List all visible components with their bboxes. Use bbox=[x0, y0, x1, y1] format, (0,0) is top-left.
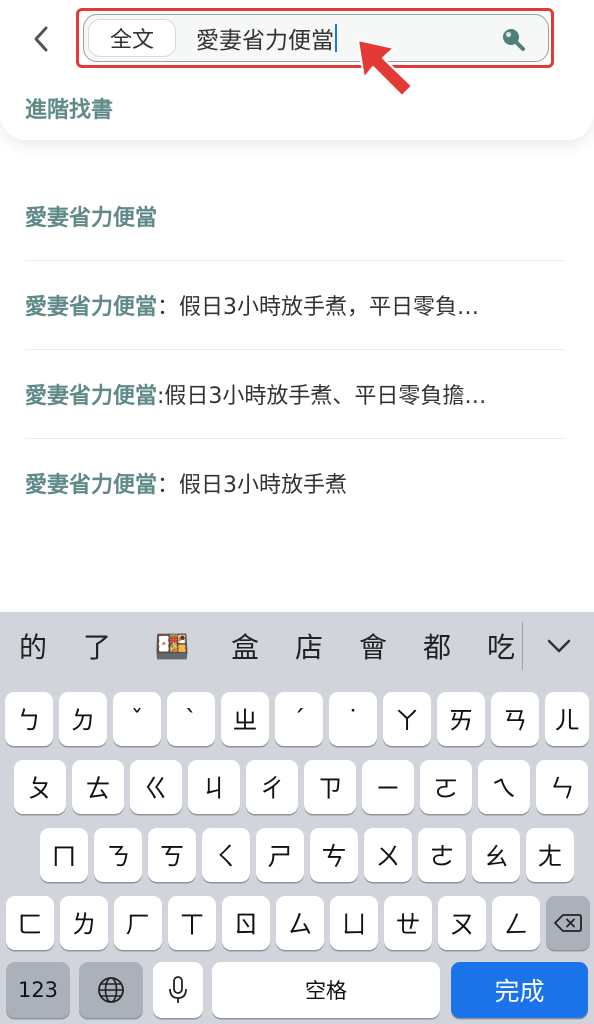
suggestion-rest: ：假日3小時放手煮 bbox=[157, 473, 348, 498]
key[interactable]: ㄉ bbox=[59, 692, 107, 746]
key[interactable]: ㄣ bbox=[536, 760, 588, 814]
microphone-key[interactable] bbox=[153, 962, 203, 1018]
globe-icon bbox=[98, 977, 124, 1003]
backspace-key[interactable] bbox=[546, 896, 590, 950]
candidate-bar: 的 了 🍱 盒 店 會 都 吃 bbox=[0, 612, 594, 680]
suggestion-keyword: 愛妻省力便當 bbox=[25, 206, 158, 231]
suggestion-list: 愛妻省力便當 愛妻省力便當 ：假日3小時放手煮，平日零負… 愛妻省力便當:假日3小… bbox=[25, 172, 565, 527]
candidate-word[interactable]: 店 bbox=[282, 624, 336, 668]
suggestion-rest: :假日3小時放手煮、平日零負擔… bbox=[157, 384, 487, 409]
key[interactable]: ㄌ bbox=[60, 896, 108, 950]
key[interactable]: ㄈ bbox=[6, 896, 54, 950]
suggestion-keyword: 愛妻省力便當 bbox=[25, 384, 158, 409]
candidate-bento-emoji[interactable]: 🍱 bbox=[145, 624, 199, 668]
back-button[interactable] bbox=[26, 22, 56, 56]
key[interactable]: ㄋ bbox=[94, 828, 142, 882]
key[interactable]: ㄢ bbox=[491, 692, 539, 746]
key[interactable]: ㄧ bbox=[362, 760, 414, 814]
key[interactable]: ㄍ bbox=[130, 760, 182, 814]
key[interactable]: ㄨ bbox=[364, 828, 412, 882]
key[interactable]: ㄆ bbox=[14, 760, 66, 814]
backspace-icon bbox=[554, 914, 582, 932]
key[interactable]: ㄙ bbox=[276, 896, 324, 950]
key[interactable]: ㄒ bbox=[168, 896, 216, 950]
candidate-word[interactable]: 都 bbox=[410, 624, 464, 668]
candidate-divider bbox=[522, 622, 523, 670]
key[interactable]: ˊ bbox=[275, 692, 323, 746]
key[interactable]: ㄕ bbox=[256, 828, 304, 882]
key[interactable]: ㄦ bbox=[545, 692, 589, 746]
key[interactable]: ㄥ bbox=[492, 896, 540, 950]
key[interactable]: ㄖ bbox=[222, 896, 270, 950]
key[interactable]: ㄘ bbox=[310, 828, 358, 882]
advanced-search-link[interactable]: 進階找書 bbox=[25, 92, 113, 124]
key[interactable]: ㄝ bbox=[384, 896, 432, 950]
suggestion-item[interactable]: 愛妻省力便當 ：假日3小時放手煮，平日零負… bbox=[25, 261, 565, 350]
suggestion-rest: ：假日3小時放手煮，平日零負… bbox=[157, 295, 480, 320]
key[interactable]: ㄚ bbox=[383, 692, 431, 746]
candidate-word[interactable]: 盒 bbox=[218, 624, 272, 668]
key[interactable]: ㄅ bbox=[5, 692, 53, 746]
key[interactable]: ㄓ bbox=[221, 692, 269, 746]
key[interactable]: ㄜ bbox=[418, 828, 466, 882]
key[interactable]: ㄏ bbox=[114, 896, 162, 950]
key[interactable]: ㄎ bbox=[148, 828, 196, 882]
suggestion-item[interactable]: 愛妻省力便當 ：假日3小時放手煮 bbox=[25, 439, 565, 527]
key[interactable]: ㄩ bbox=[330, 896, 378, 950]
expand-candidates-button[interactable] bbox=[532, 626, 586, 666]
search-header: 全文 愛妻省力便當 進階找書 bbox=[0, 0, 594, 140]
key[interactable]: ㄞ bbox=[437, 692, 485, 746]
key[interactable]: ㄔ bbox=[246, 760, 298, 814]
key[interactable]: ㄛ bbox=[420, 760, 472, 814]
suggestion-keyword: 愛妻省力便當 bbox=[25, 295, 158, 320]
globe-key[interactable] bbox=[79, 962, 143, 1018]
key[interactable]: ㄊ bbox=[72, 760, 124, 814]
suggestion-keyword: 愛妻省力便當 bbox=[25, 473, 158, 498]
suggestion-item[interactable]: 愛妻省力便當:假日3小時放手煮、平日零負擔… bbox=[25, 350, 565, 439]
key[interactable]: ㄇ bbox=[40, 828, 88, 882]
zhuyin-keyboard: 的 了 🍱 盒 店 會 都 吃 ㄅ ㄉ ˇ ˋ ㄓ ˊ ˙ ㄚ ㄞ ㄢ ㄦ ㄆ … bbox=[0, 612, 594, 1024]
key[interactable]: ˇ bbox=[113, 692, 161, 746]
key[interactable]: ㄑ bbox=[202, 828, 250, 882]
microphone-icon bbox=[169, 976, 187, 1003]
arrow-pointer-icon bbox=[357, 39, 413, 97]
key[interactable]: ㄟ bbox=[478, 760, 530, 814]
key[interactable]: ㄐ bbox=[188, 760, 240, 814]
key[interactable]: ㄠ bbox=[472, 828, 520, 882]
space-key[interactable]: 空格 bbox=[212, 962, 440, 1018]
key[interactable]: ˋ bbox=[167, 692, 215, 746]
search-highlight-box bbox=[76, 8, 554, 68]
candidate-word[interactable]: 吃 bbox=[474, 624, 528, 668]
key[interactable]: ㄡ bbox=[438, 896, 486, 950]
candidate-word[interactable]: 的 bbox=[6, 624, 60, 668]
numbers-key[interactable]: 123 bbox=[6, 962, 70, 1018]
done-key[interactable]: 完成 bbox=[451, 962, 588, 1018]
key[interactable]: ㄗ bbox=[304, 760, 356, 814]
key[interactable]: ㄤ bbox=[526, 828, 574, 882]
suggestion-item[interactable]: 愛妻省力便當 bbox=[25, 172, 565, 261]
candidate-word[interactable]: 會 bbox=[346, 624, 400, 668]
key[interactable]: ˙ bbox=[329, 692, 377, 746]
back-icon bbox=[34, 26, 48, 52]
candidate-word[interactable]: 了 bbox=[70, 624, 124, 668]
chevron-down-icon bbox=[547, 639, 571, 653]
